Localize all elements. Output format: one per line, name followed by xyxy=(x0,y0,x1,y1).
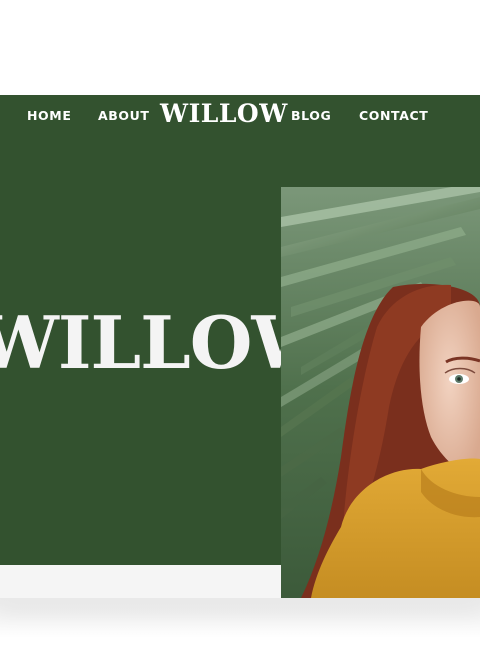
hero-photo xyxy=(281,187,480,598)
nav-contact-link[interactable]: CONTACT xyxy=(359,108,428,123)
nav-about-link[interactable]: ABOUT xyxy=(98,108,150,123)
top-navigation: HOME ABOUT WILLOW BLOG CONTACT xyxy=(0,95,480,137)
website-mockup: HOME ABOUT WILLOW BLOG CONTACT WILLOW xyxy=(0,95,480,598)
portrait-photo-icon xyxy=(281,187,480,598)
content-strip xyxy=(0,565,281,598)
site-logo[interactable]: WILLOW xyxy=(160,99,288,128)
nav-home-link[interactable]: HOME xyxy=(27,108,71,123)
mockup-shadow xyxy=(0,598,480,638)
nav-blog-link[interactable]: BLOG xyxy=(291,108,331,123)
